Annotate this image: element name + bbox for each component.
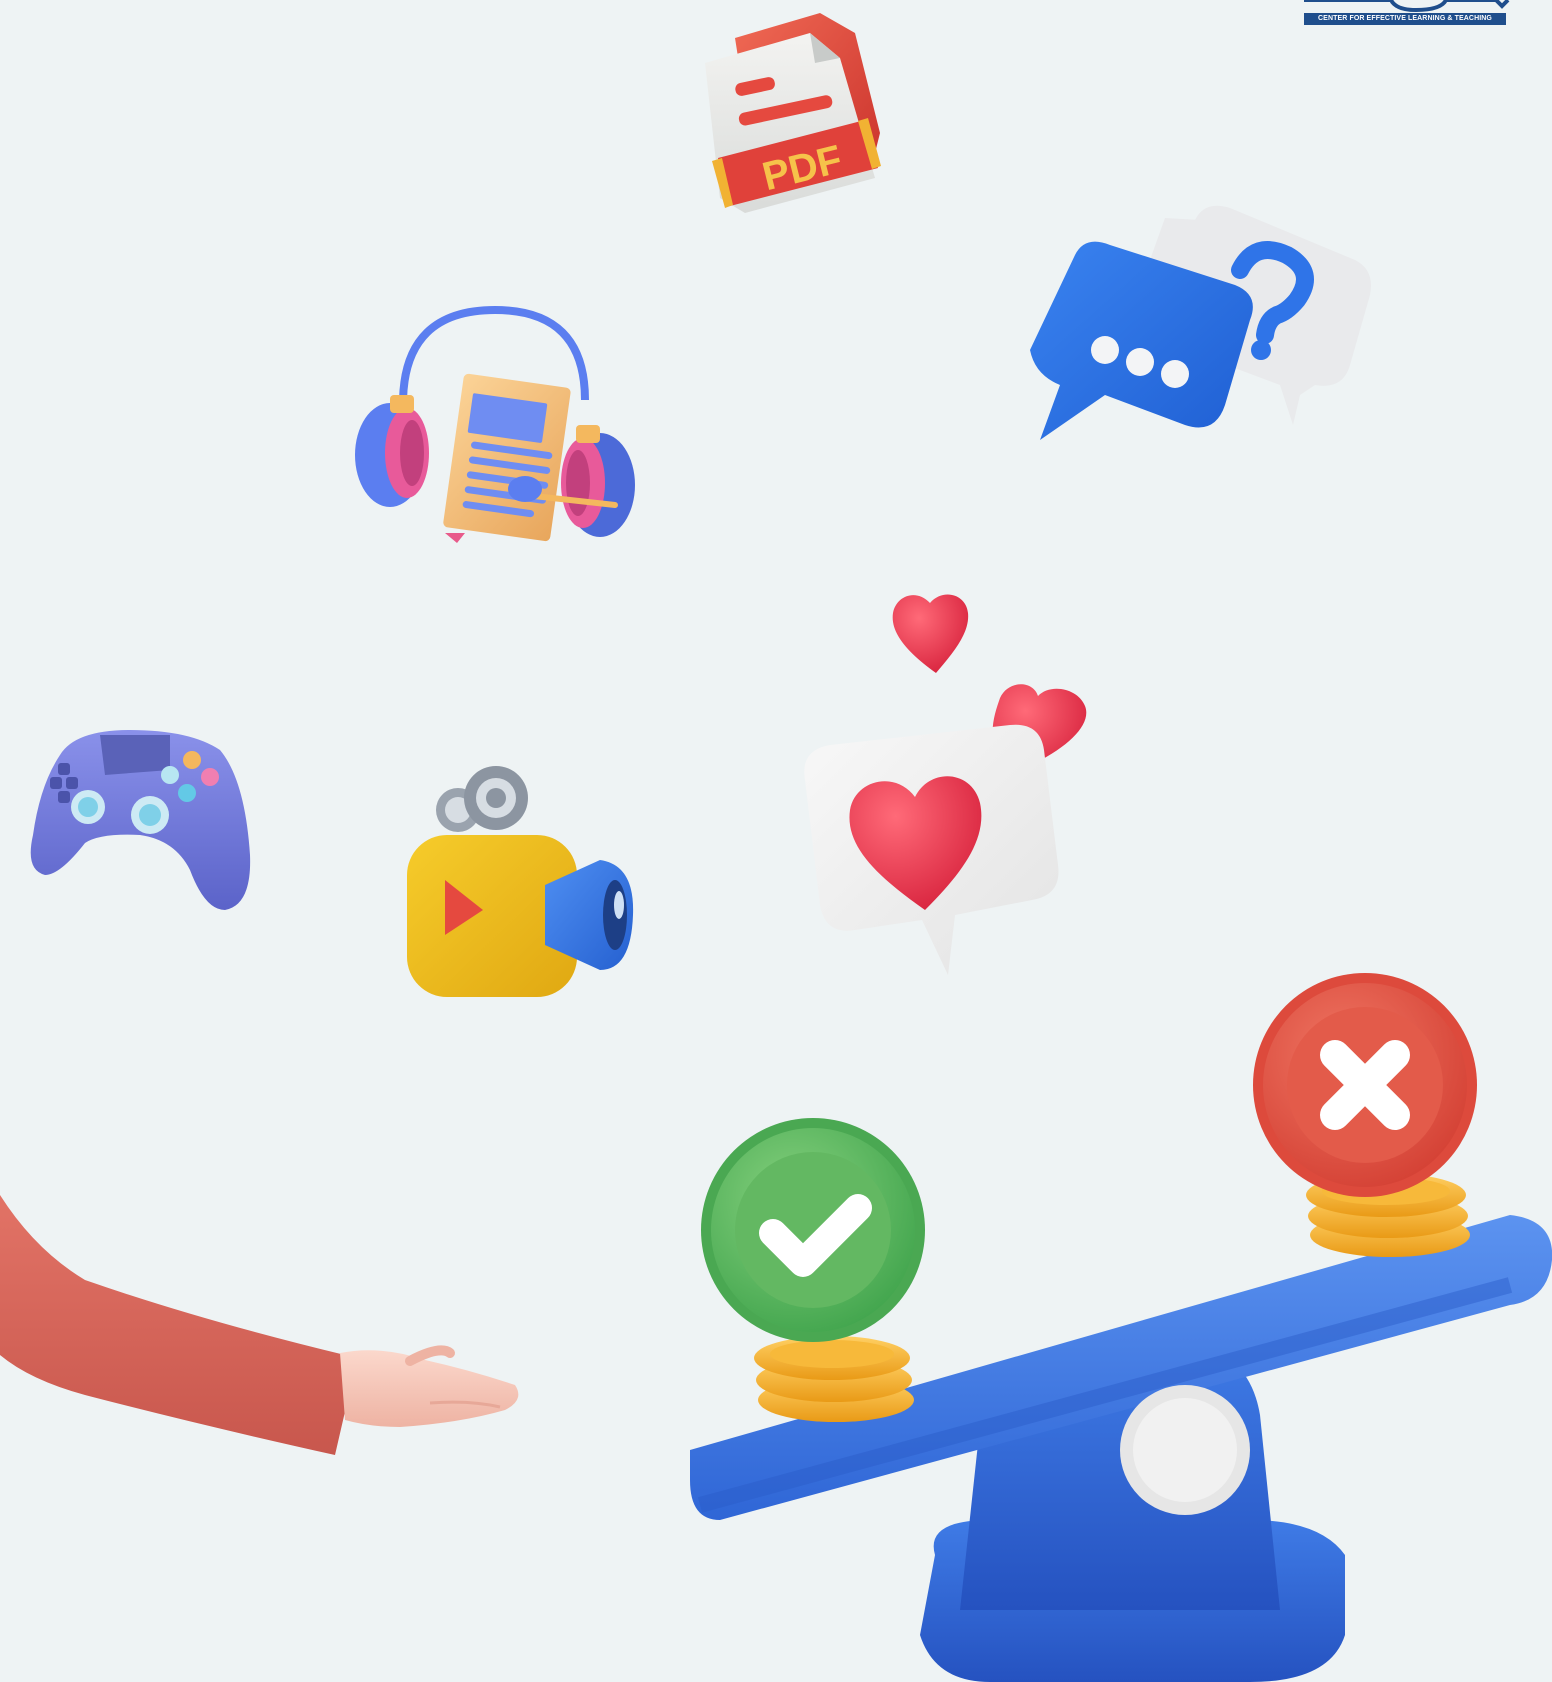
- illustration-canvas: CENTER FOR EFFECTIVE LEARNING & TEACHING: [0, 0, 1552, 1682]
- heart-message-icon: [800, 724, 1065, 975]
- chat-question-icon: [1025, 200, 1375, 465]
- game-controller-icon: [30, 725, 255, 915]
- logo-mark: [1304, 0, 1510, 12]
- celt-logo: CENTER FOR EFFECTIVE LEARNING & TEACHING: [1296, 0, 1512, 30]
- audiobook-headphones-icon: [345, 305, 645, 550]
- x-coin-icon: [1250, 973, 1485, 1283]
- pdf-file-icon: PDF: [700, 8, 910, 223]
- open-hand-icon: [0, 1195, 525, 1460]
- check-coin-icon: [698, 1118, 928, 1423]
- video-camera-icon: [405, 765, 635, 1000]
- logo-text: CENTER FOR EFFECTIVE LEARNING & TEACHING: [1304, 13, 1506, 25]
